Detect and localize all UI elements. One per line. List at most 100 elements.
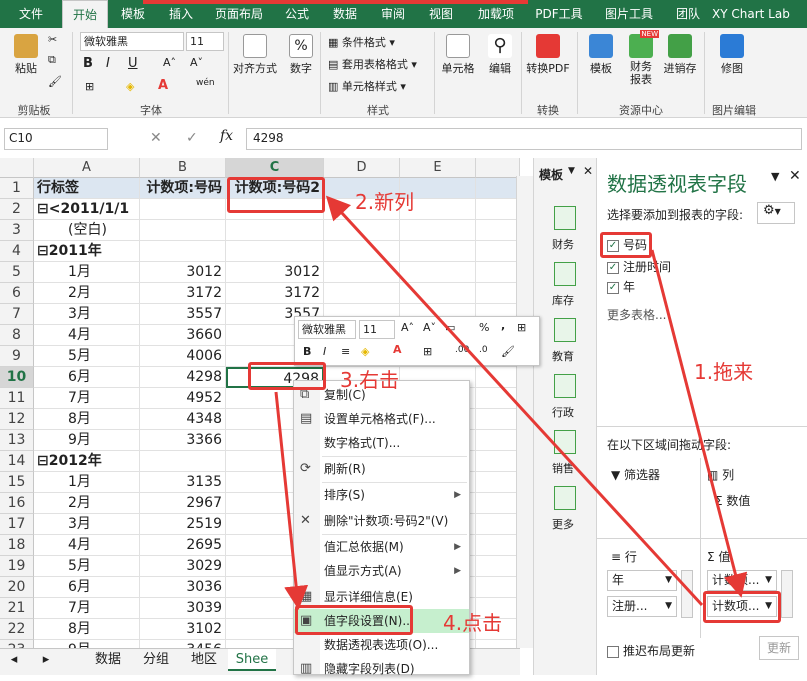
tab-image-tools[interactable]: 图片工具 — [592, 0, 666, 28]
settings-gear-icon[interactable]: ⚙▼ — [757, 202, 795, 224]
cell-empty[interactable] — [476, 367, 520, 388]
copy-icon[interactable]: ⧉ — [48, 53, 56, 67]
cell-count-number[interactable]: 3660 — [140, 325, 226, 346]
cell-empty[interactable] — [476, 409, 520, 430]
cell-count-number[interactable]: 3039 — [140, 598, 226, 619]
context-menu-item[interactable]: ▤ 设置单元格格式(F)... — [294, 407, 469, 431]
mini-font-size[interactable]: 11 — [359, 320, 395, 339]
conditional-format-button[interactable]: ▦ 条件格式 ▾ — [328, 34, 395, 50]
side-item-label[interactable]: 更多 — [552, 516, 574, 532]
cell-empty[interactable] — [476, 472, 520, 493]
cell-count-number[interactable]: 4006 — [140, 346, 226, 367]
column-header-c[interactable]: C — [226, 158, 324, 178]
cell-count-number[interactable]: 4952 — [140, 388, 226, 409]
mini-fill-icon[interactable]: ◈ — [361, 345, 369, 358]
cell-empty[interactable] — [400, 262, 476, 283]
cell-empty[interactable] — [476, 640, 520, 648]
cell-count-number[interactable] — [140, 451, 226, 472]
cell-row-label[interactable]: 2月 — [34, 493, 140, 514]
cell-count-number[interactable]: 3135 — [140, 472, 226, 493]
italic-button[interactable]: I — [106, 56, 110, 71]
fill-color-icon[interactable]: ◈ — [126, 80, 134, 93]
cell-empty[interactable] — [476, 220, 520, 241]
cell-count-number[interactable]: 3366 — [140, 430, 226, 451]
next-sheet-icon[interactable]: ▸ — [36, 649, 56, 671]
alignment-button[interactable]: 对齐方式 — [230, 34, 280, 76]
field-item[interactable]: ✓ 年 — [607, 278, 635, 295]
finance-report-button[interactable]: NEW 财务 报表 — [624, 30, 659, 86]
number-format-button[interactable]: % 数字 — [284, 34, 318, 76]
cancel-icon[interactable]: ✕ — [150, 130, 162, 146]
field-item[interactable]: ✓ 注册时间 — [607, 258, 671, 275]
cell-empty[interactable] — [476, 535, 520, 556]
row-header[interactable]: 15 — [0, 472, 34, 493]
cell-row-label[interactable]: 4月 — [34, 325, 140, 346]
inventory-sheet-icon[interactable] — [554, 262, 576, 286]
convert-pdf-button[interactable]: 转换PDF — [523, 34, 573, 76]
column-header-d[interactable]: D — [324, 158, 400, 178]
image-fix-button[interactable]: 修图 — [712, 34, 752, 76]
shrink-font-button[interactable]: A˅ — [190, 56, 203, 69]
tab-pdf-tools[interactable]: PDF工具 — [528, 0, 590, 28]
mini-font-name[interactable]: 微软雅黑 — [298, 320, 356, 339]
column-area-value[interactable]: Σ 数值 — [715, 492, 750, 509]
tab-formulas[interactable]: 公式 — [274, 0, 320, 28]
mini-shrink-font-icon[interactable]: A˅ — [423, 321, 436, 334]
bold-button[interactable]: B — [83, 56, 93, 71]
tab-page-layout[interactable]: 页面布局 — [206, 0, 272, 28]
row-header[interactable]: 18 — [0, 535, 34, 556]
cell-count-number[interactable]: 3029 — [140, 556, 226, 577]
row-header[interactable]: 11 — [0, 388, 34, 409]
select-all-corner[interactable] — [0, 158, 34, 178]
cell-empty[interactable] — [324, 283, 400, 304]
cells-button[interactable]: 单元格 — [437, 34, 479, 76]
row-header[interactable]: 14 — [0, 451, 34, 472]
pivot-close-icon[interactable]: ✕ — [789, 168, 801, 184]
tab-view[interactable]: 视图 — [418, 0, 464, 28]
sheet-tab[interactable]: 分组 — [134, 649, 178, 671]
row-header[interactable]: 10 — [0, 367, 34, 388]
cell-count-number[interactable]: 3012 — [140, 262, 226, 283]
row-scrollbar[interactable] — [681, 570, 693, 618]
enter-icon[interactable]: ✓ — [186, 130, 198, 146]
cell-row-label[interactable]: 8月 — [34, 409, 140, 430]
tab-xy-chart-lab[interactable]: XY Chart Lab — [712, 0, 807, 28]
font-name-box[interactable]: 微软雅黑 — [80, 32, 184, 51]
underline-button[interactable]: U — [128, 56, 138, 71]
format-as-table-button[interactable]: ▤ 套用表格格式 ▾ — [328, 56, 417, 72]
row-header[interactable]: 22 — [0, 619, 34, 640]
cell-empty[interactable] — [476, 262, 520, 283]
side-item-label[interactable]: 销售 — [552, 460, 574, 476]
cell-count-number[interactable]: 3036 — [140, 577, 226, 598]
cell-count-number[interactable]: 2519 — [140, 514, 226, 535]
paste-button[interactable]: 粘贴 — [8, 34, 44, 76]
more-tables-link[interactable]: 更多表格... — [607, 306, 666, 323]
context-menu-item[interactable]: ⟳ 刷新(R) — [294, 457, 469, 481]
mini-border-icon[interactable]: ⊞ — [423, 345, 432, 358]
mini-font-color-icon[interactable]: A — [393, 343, 402, 356]
cell-row-label[interactable]: ⊟2012年 — [34, 451, 140, 472]
tab-file[interactable]: 文件 — [0, 0, 62, 28]
name-box[interactable]: C10 — [4, 128, 108, 150]
cell-count-number[interactable]: 4348 — [140, 409, 226, 430]
context-menu-item[interactable]: 排序(S) ▶ — [294, 483, 469, 507]
row-header[interactable]: 3 — [0, 220, 34, 241]
cell-empty[interactable] — [476, 556, 520, 577]
cell-empty[interactable] — [476, 283, 520, 304]
row-header[interactable]: 16 — [0, 493, 34, 514]
cell-row-label[interactable]: 7月 — [34, 388, 140, 409]
tab-addins[interactable]: 加载项 — [466, 0, 526, 28]
cell-row-label[interactable]: 行标签 — [34, 178, 140, 199]
checkbox-checked-icon[interactable]: ✓ — [607, 281, 619, 294]
cell-empty[interactable] — [476, 577, 520, 598]
tab-data[interactable]: 数据 — [322, 0, 368, 28]
cell-row-label[interactable]: 5月 — [34, 556, 140, 577]
tab-template[interactable]: 模板 — [110, 0, 156, 28]
mini-bold-icon[interactable]: B — [303, 345, 311, 358]
cell-empty[interactable] — [400, 241, 476, 262]
column-header-f[interactable] — [476, 158, 520, 178]
cell-row-label[interactable]: ⊟2011年 — [34, 241, 140, 262]
row-header[interactable]: 19 — [0, 556, 34, 577]
pivot-options-dropdown-icon[interactable]: ▼ — [771, 170, 779, 183]
mini-percent-icon[interactable]: % — [479, 321, 489, 334]
